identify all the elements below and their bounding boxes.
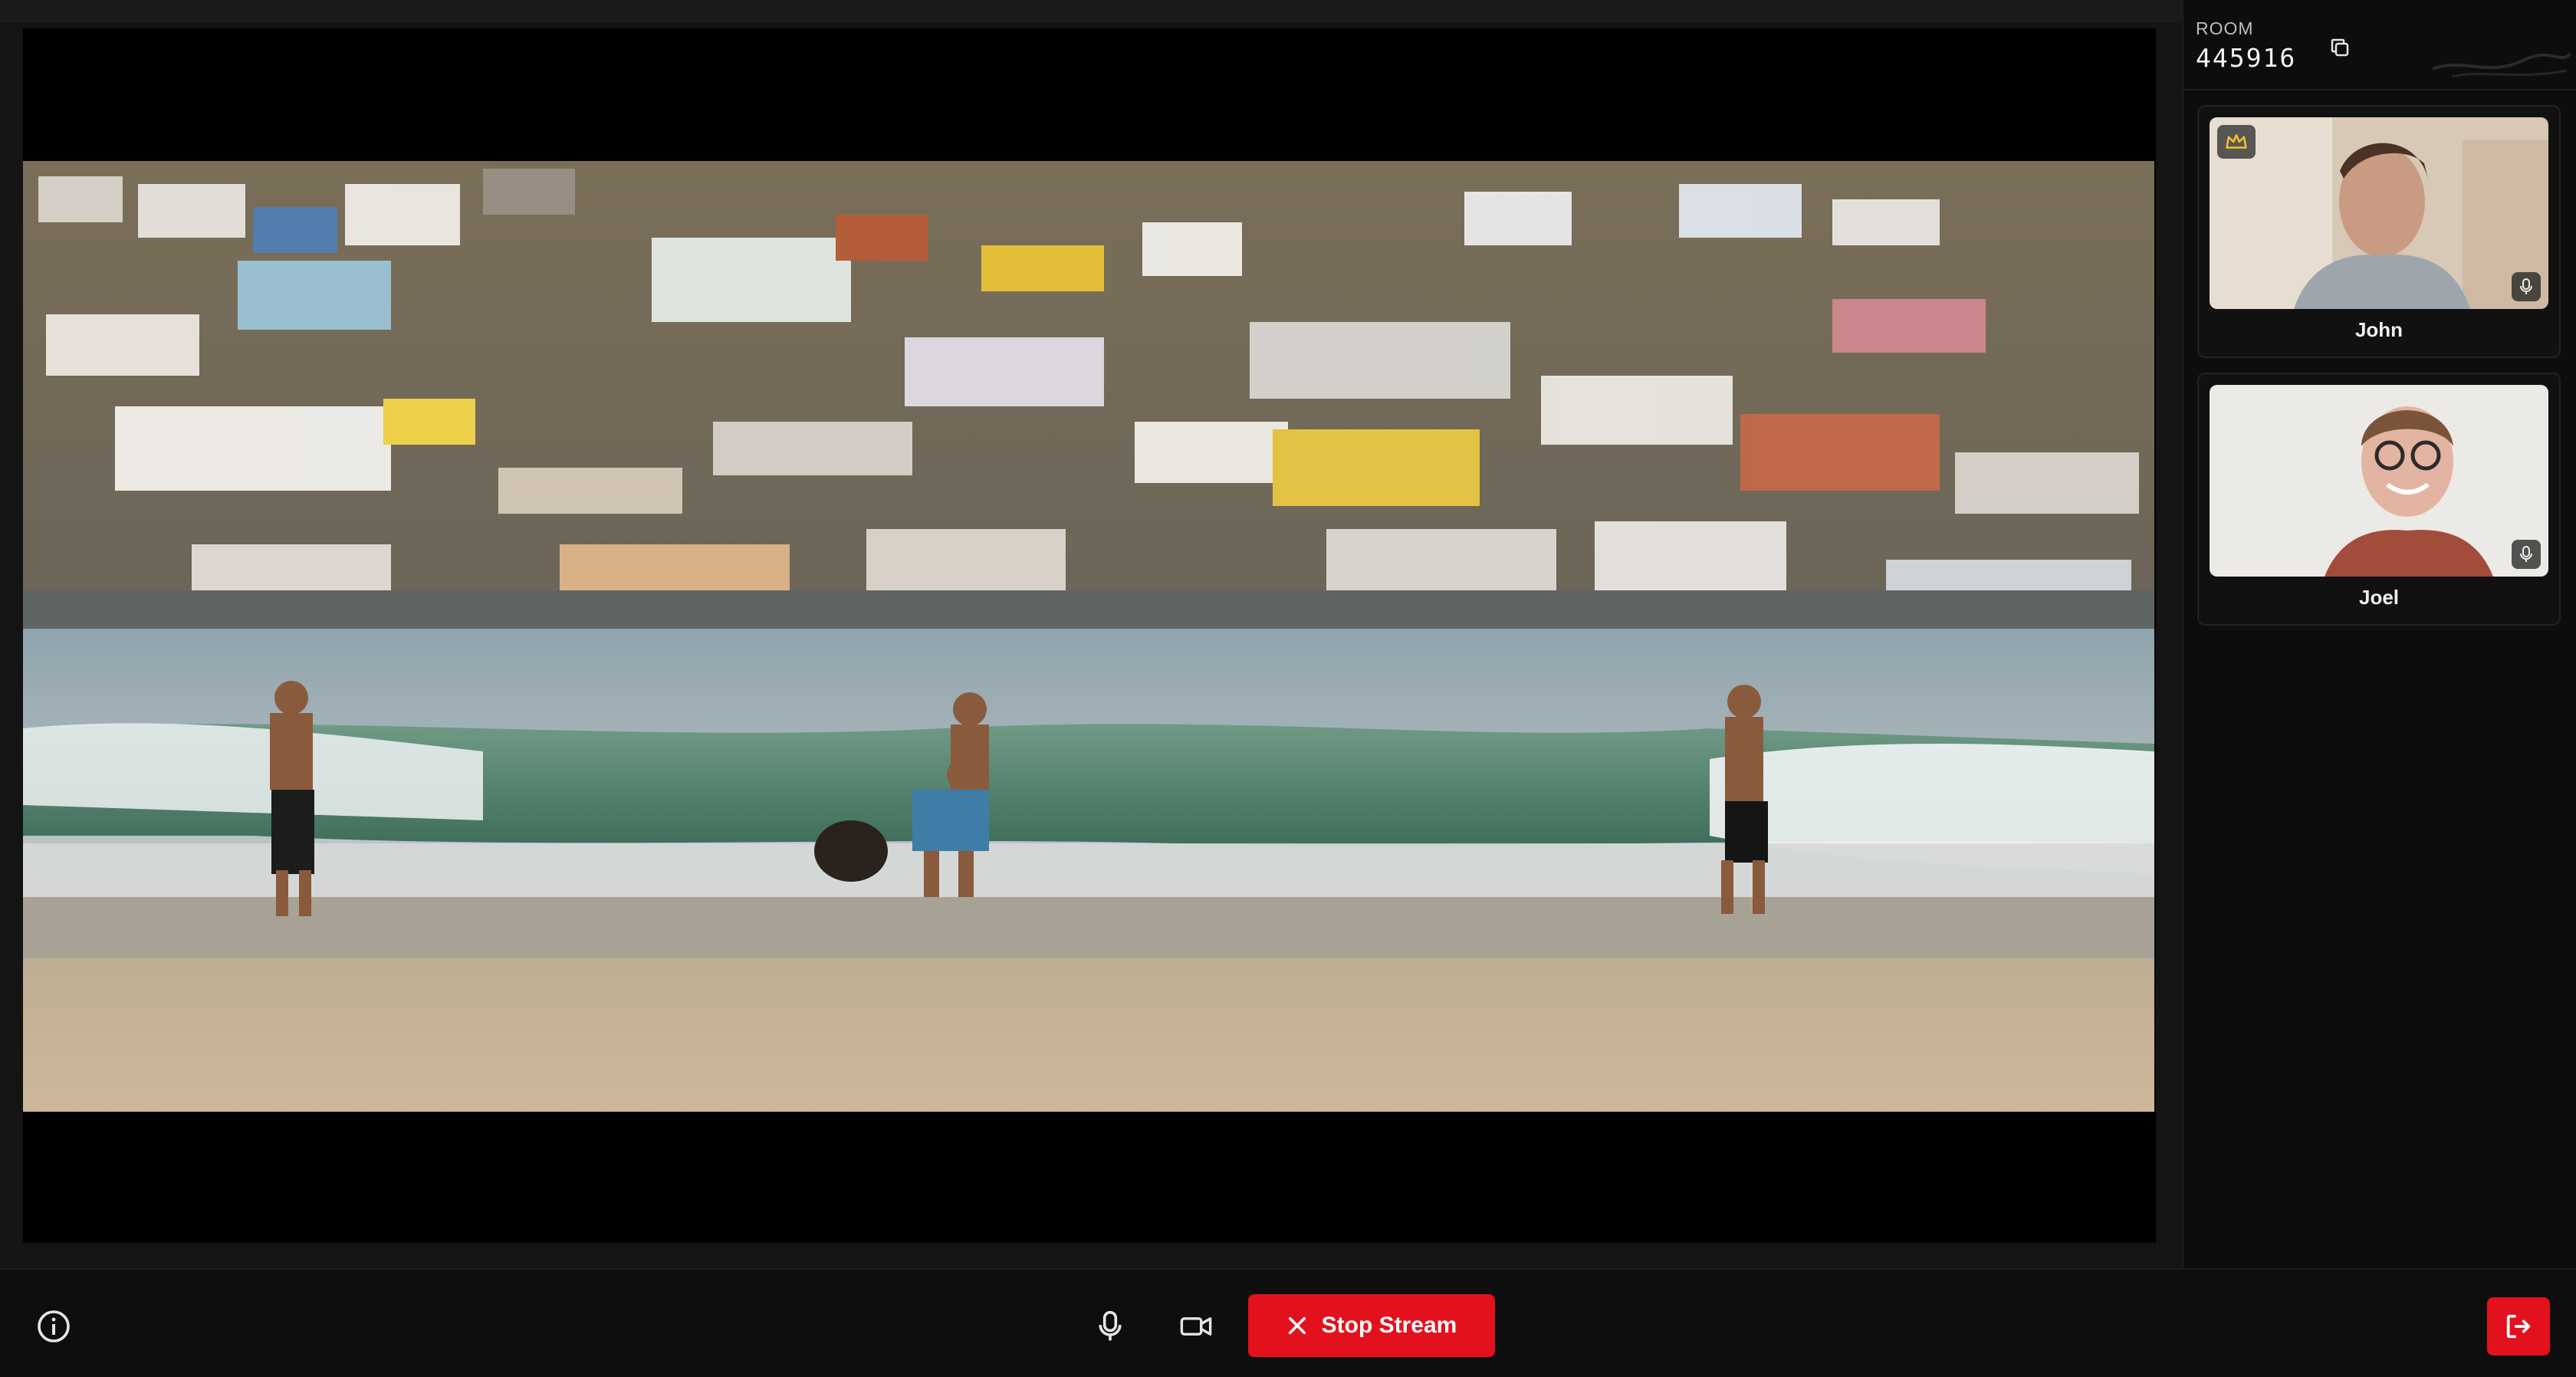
mic-icon: [2520, 278, 2532, 294]
host-badge: [2217, 125, 2256, 159]
info-button[interactable]: [35, 1308, 72, 1345]
camera-toggle-button[interactable]: [1175, 1305, 1217, 1348]
camera-icon: [1180, 1317, 1212, 1336]
sidebar-divider: [2183, 89, 2576, 90]
crown-icon: [2226, 134, 2247, 149]
close-icon: [1288, 1316, 1306, 1335]
mic-icon: [1099, 1310, 1122, 1341]
participant-card-joel[interactable]: Joel: [2197, 373, 2561, 626]
mic-status-badge: [2512, 540, 2541, 569]
stream-stage: [23, 28, 2156, 1243]
microphone-toggle-button[interactable]: [1089, 1305, 1132, 1348]
copy-icon: [2331, 38, 2349, 57]
john-video-feed: [2210, 117, 2548, 309]
participant-video: [2210, 117, 2548, 309]
mic-icon: [2520, 546, 2532, 562]
mic-status-badge: [2512, 272, 2541, 301]
control-bar: Stop Stream: [0, 1268, 2576, 1377]
participant-card-john[interactable]: John: [2197, 105, 2561, 358]
participant-name: John: [2354, 318, 2404, 341]
stop-stream-label: Stop Stream: [1321, 1313, 1457, 1338]
shared-stream-video: [23, 161, 2154, 1112]
top-bar: [0, 0, 2182, 23]
leave-icon: [2506, 1314, 2531, 1339]
participant-video: [2210, 385, 2548, 577]
decorative-scribble: [2432, 52, 2572, 78]
room-code: 445916: [2196, 43, 2297, 73]
room-label: ROOM: [2196, 18, 2254, 38]
beach-scene-image: [23, 161, 2154, 1112]
leave-room-button[interactable]: [2487, 1297, 2550, 1356]
joel-video-feed: [2210, 385, 2548, 577]
info-icon: [38, 1310, 70, 1342]
participants-sidebar: ROOM 445916 John Joel: [2182, 0, 2576, 1268]
stop-stream-button[interactable]: Stop Stream: [1248, 1294, 1495, 1357]
copy-room-code-button[interactable]: [2325, 32, 2355, 63]
participant-name: Joel: [2358, 586, 2400, 609]
